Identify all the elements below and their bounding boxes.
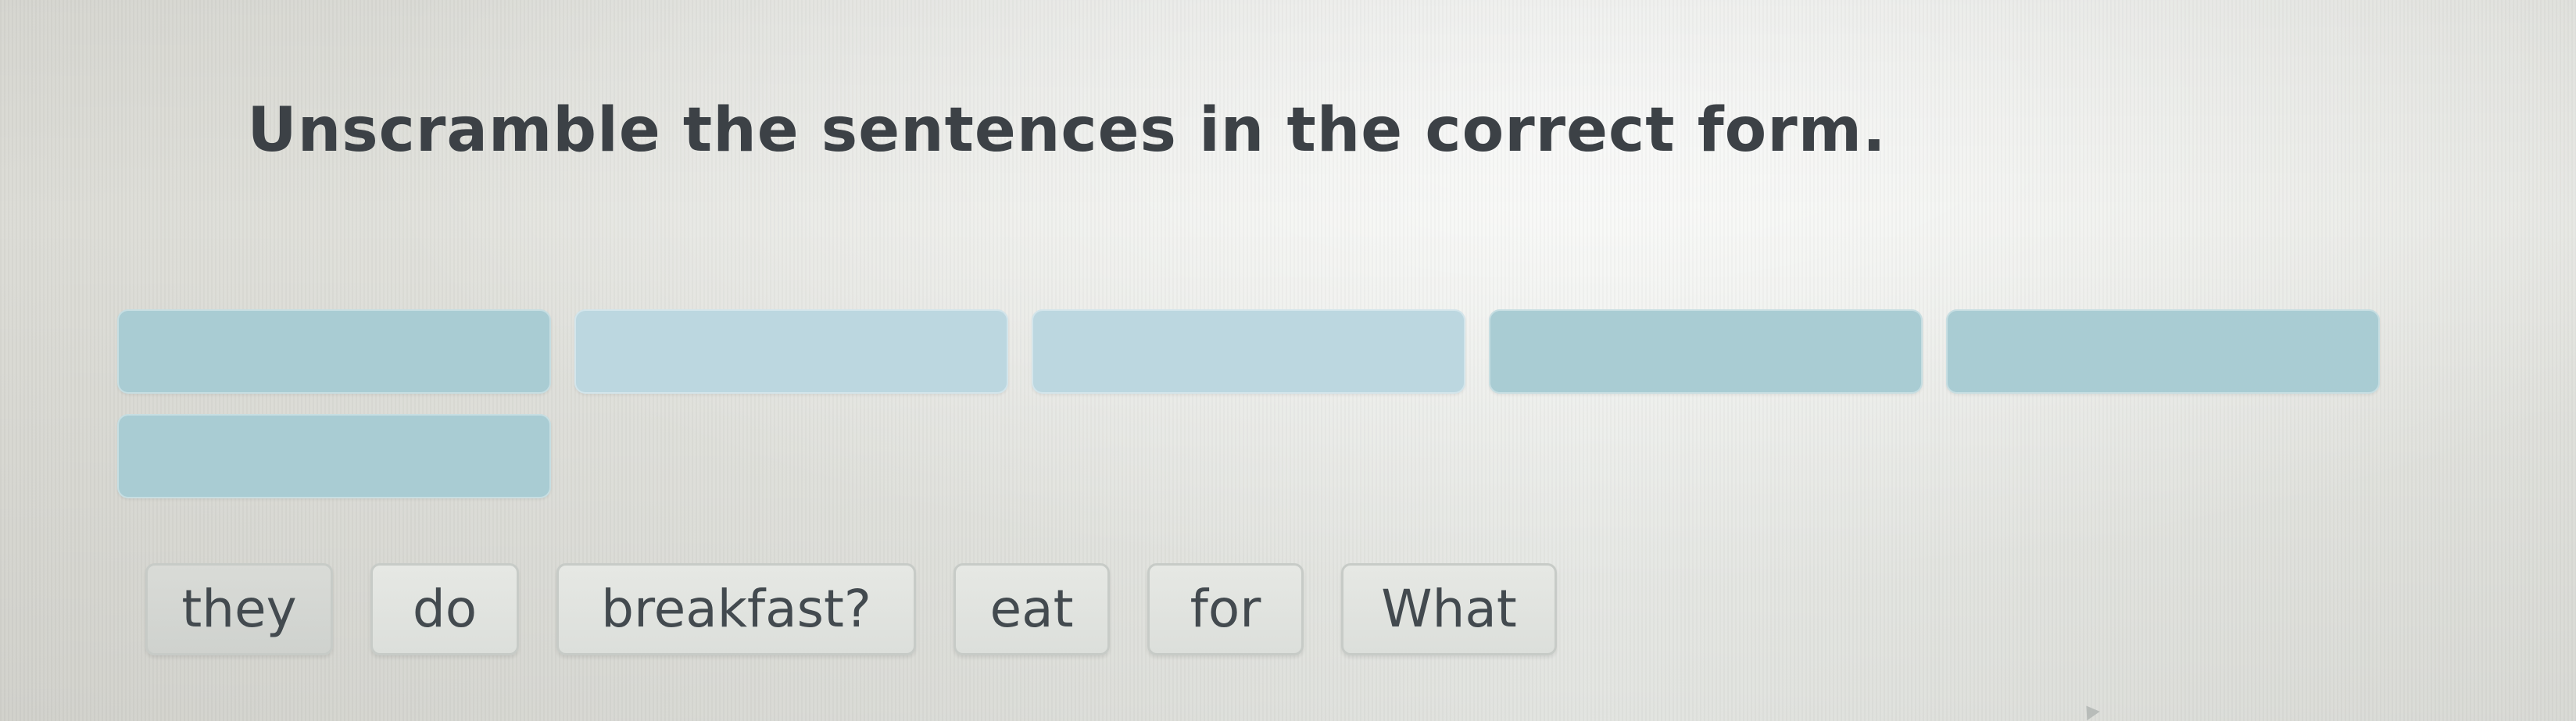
answer-slot-5[interactable] (1946, 309, 2380, 394)
word-bank: they do breakfast? eat for What (145, 561, 1557, 658)
answer-area (117, 309, 2431, 498)
answer-slot-2[interactable] (574, 309, 1008, 394)
word-tile-what[interactable]: What (1341, 563, 1557, 655)
word-tile-breakfast[interactable]: breakfast? (556, 563, 916, 655)
mouse-cursor-icon (2080, 701, 2100, 721)
word-tile-do[interactable]: do (370, 563, 519, 655)
page-title: Unscramble the sentences in the correct … (247, 95, 1887, 166)
answer-slot-1[interactable] (117, 309, 551, 394)
answer-slot-4[interactable] (1489, 309, 1923, 394)
answer-slot-6[interactable] (117, 414, 551, 498)
word-tile-they[interactable]: they (145, 563, 333, 655)
word-tile-eat[interactable]: eat (953, 563, 1110, 655)
answer-slot-3[interactable] (1032, 309, 1465, 394)
word-tile-for[interactable]: for (1147, 563, 1304, 655)
